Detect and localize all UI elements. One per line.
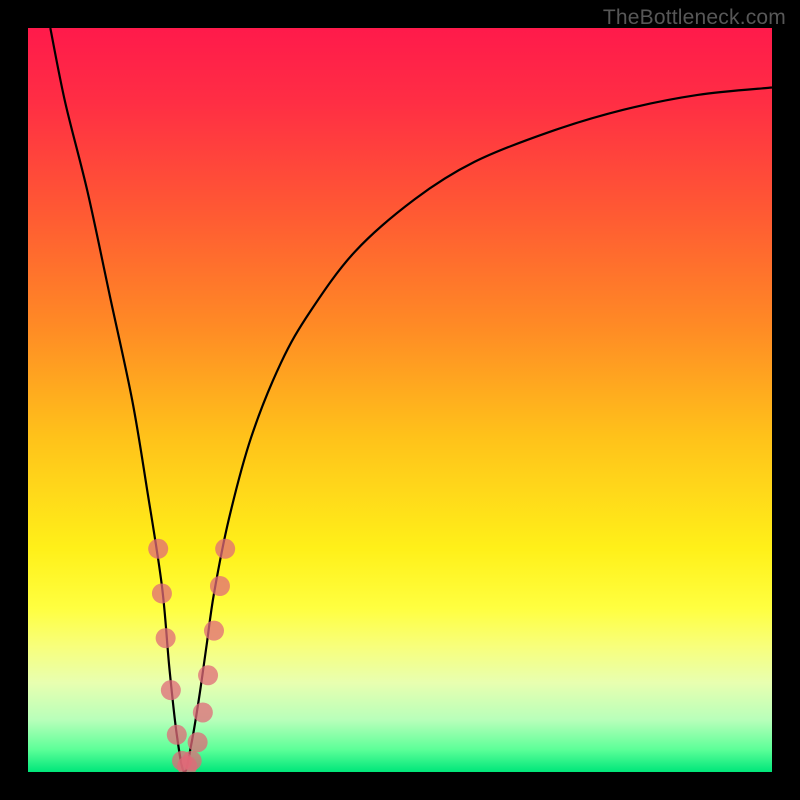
sample-point [188, 732, 208, 752]
sample-point [193, 702, 213, 722]
chart-frame: TheBottleneck.com [0, 0, 800, 800]
sample-point [198, 665, 218, 685]
curve-layer [28, 28, 772, 772]
watermark-text: TheBottleneck.com [603, 6, 786, 30]
sample-point [152, 583, 172, 603]
sample-point [148, 539, 168, 559]
sample-point [215, 539, 235, 559]
bottleneck-curve [50, 28, 772, 772]
sample-point [204, 621, 224, 641]
plot-area [28, 28, 772, 772]
sample-point [167, 725, 187, 745]
sample-point [210, 576, 230, 596]
sample-point [161, 680, 181, 700]
sample-point [182, 751, 202, 771]
sample-point [156, 628, 176, 648]
